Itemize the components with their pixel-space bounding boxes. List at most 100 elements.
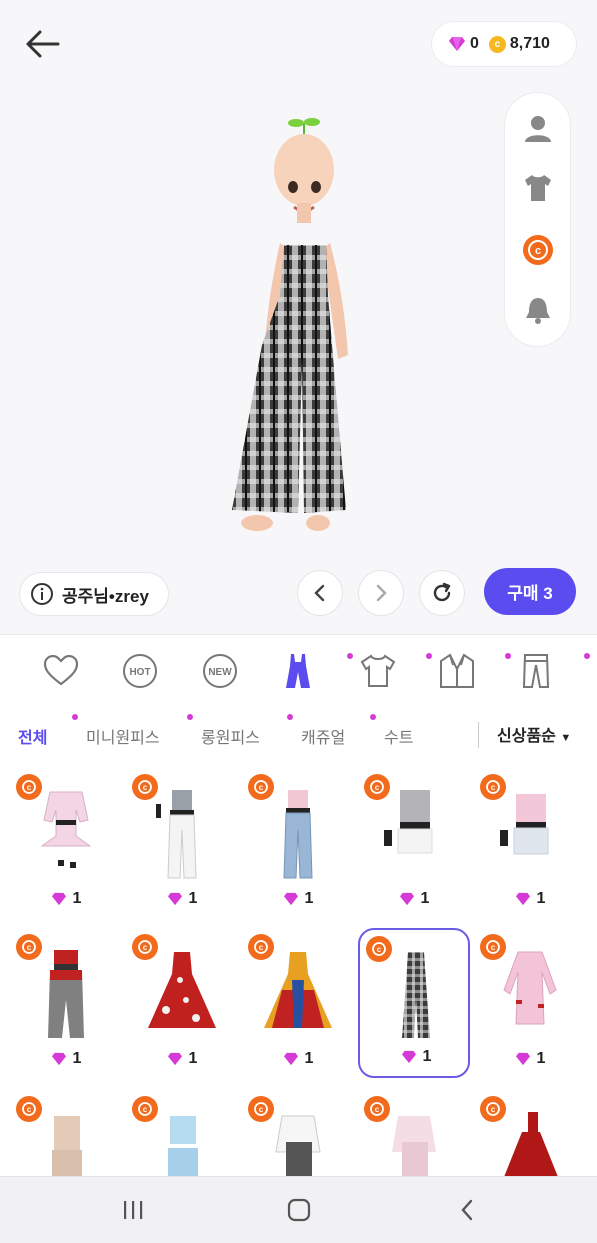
- item-card[interactable]: c: [242, 1090, 354, 1176]
- tshirt-icon: [360, 654, 396, 687]
- gem-icon: [399, 892, 414, 906]
- new-icon: NEW: [203, 654, 237, 688]
- new-dot: [426, 653, 432, 659]
- outfit-thumbnail: [275, 1115, 321, 1176]
- svg-text:c: c: [535, 245, 541, 257]
- gem-icon: [51, 1052, 66, 1066]
- outfit-thumbnail: [264, 952, 332, 1028]
- subcategory-tabs: 전체 미니원피스 롱원피스 캐쥬얼 수트 신상품순 ▼: [0, 710, 597, 756]
- subtab-all[interactable]: 전체: [18, 724, 47, 748]
- new-dot: [72, 714, 78, 720]
- item-price: 1: [474, 1050, 586, 1068]
- coin-shop-icon[interactable]: c: [521, 233, 555, 267]
- outfit-thumbnail: [156, 790, 197, 879]
- bell-icon[interactable]: [521, 293, 555, 327]
- outfit-thumbnail: [52, 1116, 82, 1176]
- back-nav-button[interactable]: [447, 1195, 487, 1225]
- heart-icon: [43, 655, 79, 686]
- avatar-figure: [232, 118, 348, 531]
- subtab-suit[interactable]: 수트: [384, 724, 413, 748]
- coin-count: 8,710: [509, 35, 550, 52]
- item-card[interactable]: c 1: [242, 928, 354, 1078]
- subtab-casual[interactable]: 캐쥬얼: [301, 724, 345, 748]
- new-dot: [505, 653, 511, 659]
- recent-apps-icon: [124, 1201, 143, 1219]
- item-card[interactable]: c 1: [242, 768, 354, 918]
- buy-button[interactable]: 구매 3: [484, 568, 576, 615]
- gem-icon: [283, 1052, 298, 1066]
- avatar-preview: 0 c 8,710 c 공주님•zrey 구매 3: [0, 0, 597, 634]
- person-icon[interactable]: [521, 111, 555, 145]
- currency-balance[interactable]: 0 c 8,710: [432, 22, 576, 66]
- home-icon: [287, 1198, 311, 1222]
- app-root: 0 c 8,710 c 공주님•zrey 구매 3 HOT NEW 전체 미니원…: [0, 0, 597, 1243]
- outfit-thumbnail: [148, 952, 216, 1028]
- gem-icon: [401, 1050, 416, 1064]
- gem-icon: [51, 892, 66, 906]
- info-icon: [31, 583, 53, 605]
- reset-button[interactable]: [420, 571, 464, 615]
- item-card[interactable]: c: [358, 1090, 470, 1176]
- sort-dropdown[interactable]: 신상품순 ▼: [478, 722, 588, 748]
- subtab-long-dress[interactable]: 롱원피스: [201, 724, 260, 748]
- favorites-tab[interactable]: [39, 649, 83, 693]
- prev-button[interactable]: [298, 571, 342, 615]
- hot-icon: HOT: [123, 654, 157, 688]
- gem-icon: [515, 1052, 530, 1066]
- outfit-thumbnail: [283, 790, 313, 879]
- outfit-thumbnail: [40, 791, 92, 868]
- new-dot: [347, 653, 353, 659]
- shirt-icon[interactable]: [521, 171, 555, 205]
- new-dot: [584, 653, 590, 659]
- item-card-selected[interactable]: c 1: [358, 928, 470, 1078]
- pants-icon: [522, 654, 550, 688]
- coin-icon: c: [488, 35, 506, 53]
- outer-tab[interactable]: [435, 649, 479, 693]
- chevron-left-icon: [461, 1199, 473, 1221]
- svg-text:NEW: NEW: [208, 667, 232, 678]
- item-price: 1: [126, 1050, 238, 1068]
- item-card[interactable]: c 1: [10, 928, 122, 1078]
- item-grid: c 1 c 1 c 1 c 1 c 1 c 1 c 1 c 1 c 1 c 1 …: [0, 756, 597, 1176]
- item-price: 1: [474, 890, 586, 908]
- item-price: 1: [242, 890, 354, 908]
- home-button[interactable]: [279, 1195, 319, 1225]
- outfit-thumbnail: [168, 1116, 198, 1176]
- gem-icon: [449, 37, 465, 51]
- item-price: 1: [10, 890, 122, 908]
- item-card[interactable]: c 1: [126, 928, 238, 1078]
- item-card[interactable]: c 1: [474, 768, 586, 918]
- back-button[interactable]: [22, 26, 64, 62]
- new-dot: [287, 714, 293, 720]
- outfit-thumbnail: [402, 952, 430, 1038]
- item-card[interactable]: c 1: [10, 768, 122, 918]
- nickname-chip[interactable]: 공주님•zrey: [20, 573, 168, 615]
- outfit-thumbnail: [503, 951, 557, 1025]
- nickname-label: 공주님•zrey: [62, 586, 149, 606]
- item-card[interactable]: c 1: [358, 768, 470, 918]
- gem-icon: [167, 1052, 182, 1066]
- subtab-mini-dress[interactable]: 미니원피스: [86, 724, 160, 748]
- item-card[interactable]: c: [10, 1090, 122, 1176]
- item-card[interactable]: c: [474, 1090, 586, 1176]
- item-card[interactable]: c 1: [126, 768, 238, 918]
- item-card[interactable]: c 1: [474, 928, 586, 1078]
- new-dot: [187, 714, 193, 720]
- tops-tab[interactable]: [356, 649, 400, 693]
- item-price: 1: [360, 1048, 472, 1066]
- chevron-right-icon: [376, 584, 387, 602]
- gem-icon: [167, 892, 182, 906]
- next-button[interactable]: [359, 571, 403, 615]
- item-price: 1: [242, 1050, 354, 1068]
- item-card[interactable]: c: [126, 1090, 238, 1176]
- hot-tab[interactable]: HOT: [118, 649, 162, 693]
- outfit-tab[interactable]: [276, 649, 320, 693]
- recent-apps-button[interactable]: [113, 1195, 153, 1225]
- item-price: 1: [126, 890, 238, 908]
- jacket-icon: [440, 653, 474, 688]
- arrow-left-icon: [26, 30, 60, 58]
- side-toolbar: c: [505, 93, 570, 346]
- item-price: 1: [10, 1050, 122, 1068]
- new-tab[interactable]: NEW: [198, 649, 242, 693]
- bottoms-tab[interactable]: [514, 649, 558, 693]
